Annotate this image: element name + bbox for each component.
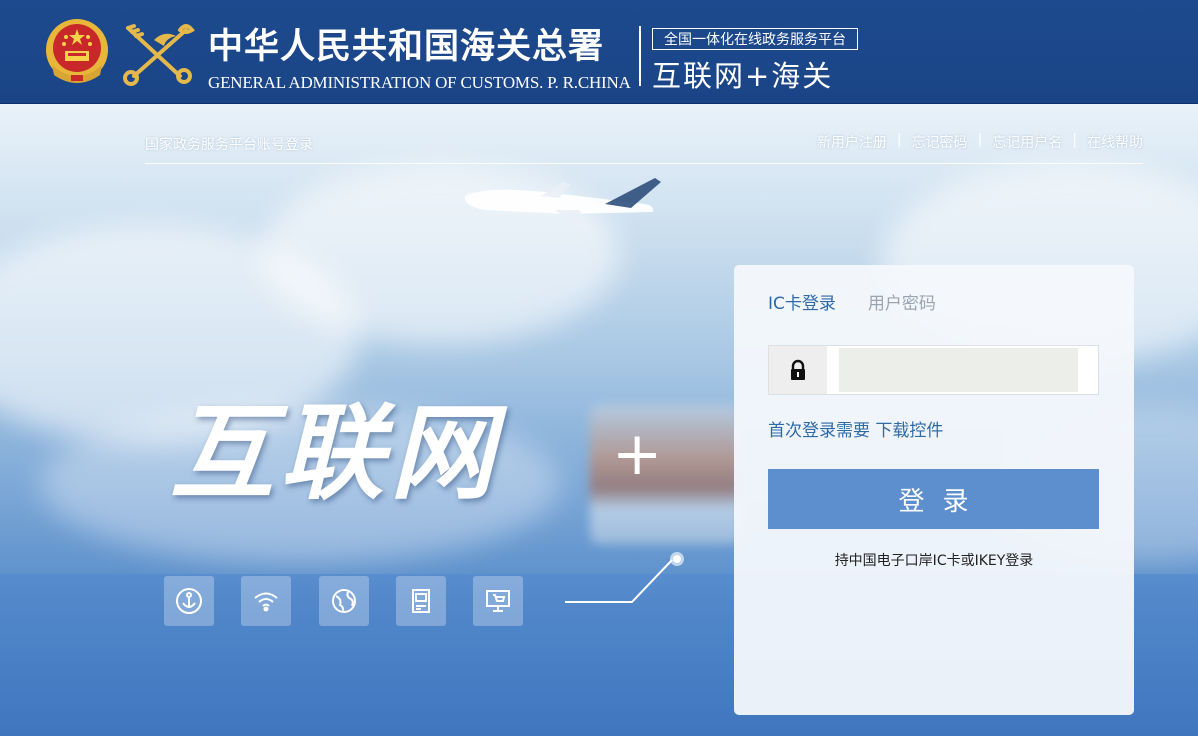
platform-slogan: 互联网+海关: [652, 59, 834, 93]
login-tabs: IC卡登录 用户密码: [768, 289, 936, 314]
download-plugin-link[interactable]: 下载控件: [875, 421, 943, 441]
login-button[interactable]: 登录: [768, 469, 1099, 529]
header-divider: [639, 26, 641, 86]
tab-ic-card-login[interactable]: IC卡登录: [768, 289, 836, 314]
globe-icon[interactable]: [319, 576, 369, 626]
register-link[interactable]: 新用户注册: [817, 132, 887, 152]
hero-plus-mark: +: [612, 419, 663, 489]
pin-input[interactable]: [839, 348, 1078, 392]
hero-calligraphy-text: 互联网: [170, 391, 501, 514]
download-row: 首次登录需要 下载控件: [768, 416, 943, 441]
national-emblem-icon: [46, 19, 108, 83]
wifi-icon[interactable]: [241, 576, 291, 626]
customs-key-logo-icon: [123, 24, 195, 86]
lock-icon: [769, 346, 827, 394]
link-separator: |: [1072, 132, 1077, 148]
forgot-password-link[interactable]: 忘记密码: [912, 132, 968, 152]
decor-connector-line: [565, 552, 684, 603]
top-divider-line: [145, 163, 1143, 164]
gov-account-login-link[interactable]: 国家政务服务平台账号登录: [145, 134, 313, 154]
anchor-icon[interactable]: [164, 576, 214, 626]
airplane-image: [464, 178, 661, 232]
site-header: 中华人民共和国海关总署 GENERAL ADMINISTRATION OF CU…: [0, 0, 1198, 104]
agency-title-en: GENERAL ADMINISTRATION OF CUSTOMS. P. R.…: [208, 73, 631, 92]
tab-user-password[interactable]: 用户密码: [868, 289, 936, 314]
link-separator: |: [977, 132, 983, 148]
ic-card-hint: 持中国电子口岸IC卡或IKEY登录: [834, 553, 1034, 569]
cart-monitor-icon[interactable]: [473, 576, 523, 626]
forgot-username-link[interactable]: 忘记用户名: [992, 132, 1062, 152]
login-panel: IC卡登录 用户密码 首次登录需要 下载控件 登录 持中国电子口岸IC卡或IKE…: [734, 265, 1134, 715]
platform-badge: 全国一体化在线政务服务平台: [652, 28, 858, 50]
terminal-icon[interactable]: [396, 576, 446, 626]
first-login-text: 首次登录需要: [768, 421, 870, 441]
pin-field: [768, 345, 1099, 395]
online-help-link[interactable]: 在线帮助: [1087, 132, 1143, 152]
agency-title-cn: 中华人民共和国海关总署: [208, 26, 605, 67]
link-separator: |: [896, 132, 902, 148]
top-links: 新用户注册 | 忘记密码 | 忘记用户名 | 在线帮助: [817, 132, 1143, 152]
